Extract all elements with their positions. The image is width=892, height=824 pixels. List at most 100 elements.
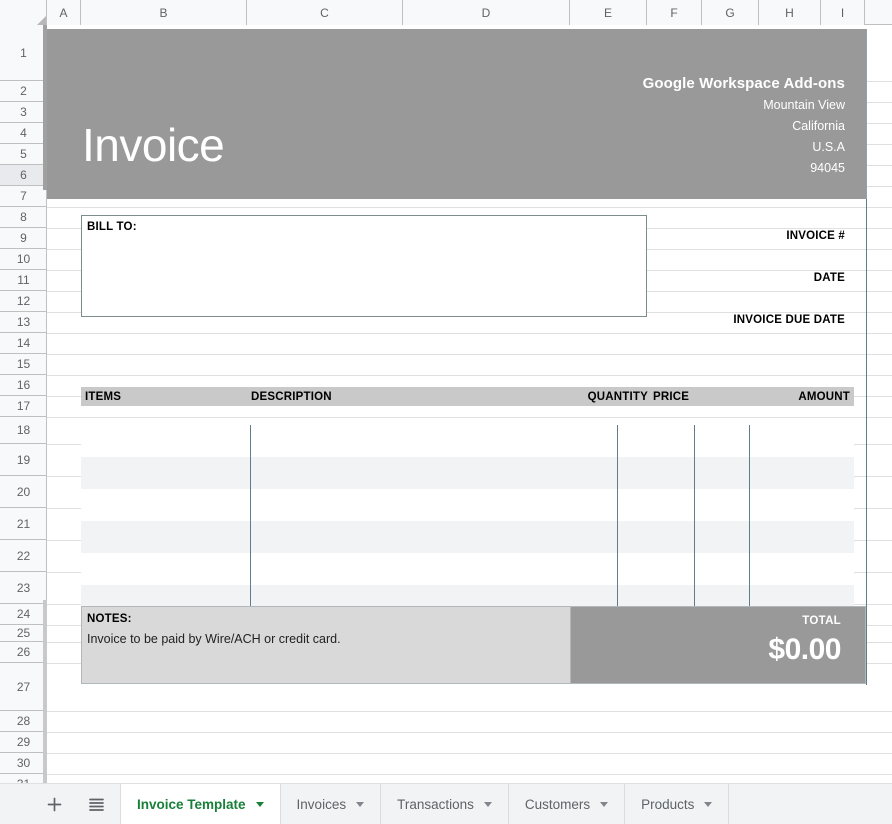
row-header-30[interactable]: 30 [0,753,47,774]
table-column-header-quantity: QUANTITY [571,387,648,406]
sheet-tab-transactions[interactable]: Transactions [381,784,509,824]
sheet-tab-products[interactable]: Products [625,784,729,824]
sheet-edge-right [866,199,867,685]
row-header-13[interactable]: 13 [0,312,47,333]
row-header-26[interactable]: 26 [0,642,47,663]
row-header-23[interactable]: 23 [0,572,47,604]
row-header-3[interactable]: 3 [0,102,47,123]
grid-row-line [47,732,892,733]
row-header-16[interactable]: 16 [0,375,47,396]
row-header-20[interactable]: 20 [0,476,47,508]
grid-row-line [47,417,892,418]
sheet-tab-customers[interactable]: Customers [509,784,625,824]
grid-row-line [47,207,892,208]
table-row[interactable] [81,521,854,553]
table-header-row: ITEMSDESCRIPTIONQUANTITYPRICEAMOUNT [81,387,854,406]
row-header-25[interactable]: 25 [0,625,47,642]
column-header-e[interactable]: E [570,0,647,25]
row-header-7[interactable]: 7 [0,186,47,207]
column-header-g[interactable]: G [702,0,759,25]
row-header-4[interactable]: 4 [0,123,47,144]
grid-row-line [47,711,892,712]
row-header-8[interactable]: 8 [0,207,47,228]
chevron-down-icon[interactable] [600,802,608,807]
table-column-header-amount: AMOUNT [711,387,850,406]
grid-row-line [47,333,892,334]
column-header-bar: ABCDEFGHI [0,0,892,25]
row-header-29[interactable]: 29 [0,732,47,753]
invoice-meta-label: INVOICE # [786,230,845,242]
total-value: $0.00 [768,633,841,666]
table-row[interactable] [81,489,854,521]
sheet-tab-label: Invoice Template [137,797,246,812]
total-box: TOTAL $0.00 [571,606,866,684]
column-header-c[interactable]: C [247,0,403,25]
row-header-5[interactable]: 5 [0,144,47,165]
sheet-tab-label: Transactions [397,797,474,812]
row-header-21[interactable]: 21 [0,508,47,540]
row-header-gutter: 1234567891011121314151617181920212223242… [0,25,47,783]
sheet-tab-invoices[interactable]: Invoices [281,784,382,824]
sheet-tools [0,784,120,824]
select-all-corner[interactable] [0,0,47,25]
chevron-down-icon[interactable] [704,802,712,807]
company-address-line: 94045 [643,158,845,179]
table-column-header-price: PRICE [653,387,703,406]
sheet-tab-invoice-template[interactable]: Invoice Template [120,784,281,824]
invoice-title: Invoice [82,122,224,168]
row-header-15[interactable]: 15 [0,354,47,375]
row-header-31[interactable]: 31 [0,774,47,783]
row-header-28[interactable]: 28 [0,711,47,732]
row-header-24[interactable]: 24 [0,604,47,625]
column-header-f[interactable]: F [647,0,702,25]
total-label: TOTAL [802,615,841,627]
row-header-9[interactable]: 9 [0,228,47,249]
row-header-27[interactable]: 27 [0,663,47,711]
table-column-separator [694,425,695,617]
company-info-block: Google Workspace Add-ons Mountain ViewCa… [643,73,845,179]
chevron-down-icon[interactable] [484,802,492,807]
notes-label: NOTES: [87,613,132,625]
row-header-11[interactable]: 11 [0,270,47,291]
row-header-2[interactable]: 2 [0,81,47,102]
grid-row-line [47,354,892,355]
row-header-22[interactable]: 22 [0,540,47,572]
row-header-18[interactable]: 18 [0,417,47,444]
row-header-12[interactable]: 12 [0,291,47,312]
invoice-meta-label: DATE [814,272,845,284]
row-header-10[interactable]: 10 [0,249,47,270]
company-address-line: California [643,116,845,137]
table-column-header-items: ITEMS [85,387,245,406]
bill-to-label: BILL TO: [87,221,137,233]
table-row[interactable] [81,553,854,585]
column-header-d[interactable]: D [403,0,570,25]
chevron-down-icon[interactable] [256,802,264,807]
column-header-b[interactable]: B [81,0,247,25]
bill-to-box[interactable]: BILL TO: [81,215,647,317]
row-header-19[interactable]: 19 [0,444,47,476]
table-row[interactable] [81,425,854,457]
table-row[interactable] [81,457,854,489]
sheet-tab-label: Invoices [297,797,347,812]
all-sheets-icon[interactable] [82,790,110,818]
sheet-canvas[interactable]: Invoice Google Workspace Add-ons Mountai… [47,25,892,783]
sheet-tab-label: Products [641,797,694,812]
column-header-a[interactable]: A [47,0,81,25]
sheet-tab-label: Customers [525,797,590,812]
invoice-meta-label: INVOICE DUE DATE [733,314,845,326]
spreadsheet-app: ABCDEFGHI 123456789101112131415161718192… [0,0,892,824]
row-header-1[interactable]: 1 [0,25,47,81]
company-name: Google Workspace Add-ons [643,73,845,95]
invoice-header-band: Invoice Google Workspace Add-ons Mountai… [47,29,866,199]
chevron-down-icon[interactable] [356,802,364,807]
add-sheet-icon[interactable] [40,790,68,818]
sheet-edge-top [866,29,867,199]
notes-box[interactable]: NOTES: Invoice to be paid by Wire/ACH or… [81,606,571,684]
column-header-i[interactable]: I [821,0,865,25]
line-items-table: ITEMSDESCRIPTIONQUANTITYPRICEAMOUNT [81,387,854,406]
row-header-14[interactable]: 14 [0,333,47,354]
row-header-17[interactable]: 17 [0,396,47,417]
row-header-6[interactable]: 6 [0,165,47,186]
grid-row-line [47,375,892,376]
column-header-h[interactable]: H [759,0,821,25]
